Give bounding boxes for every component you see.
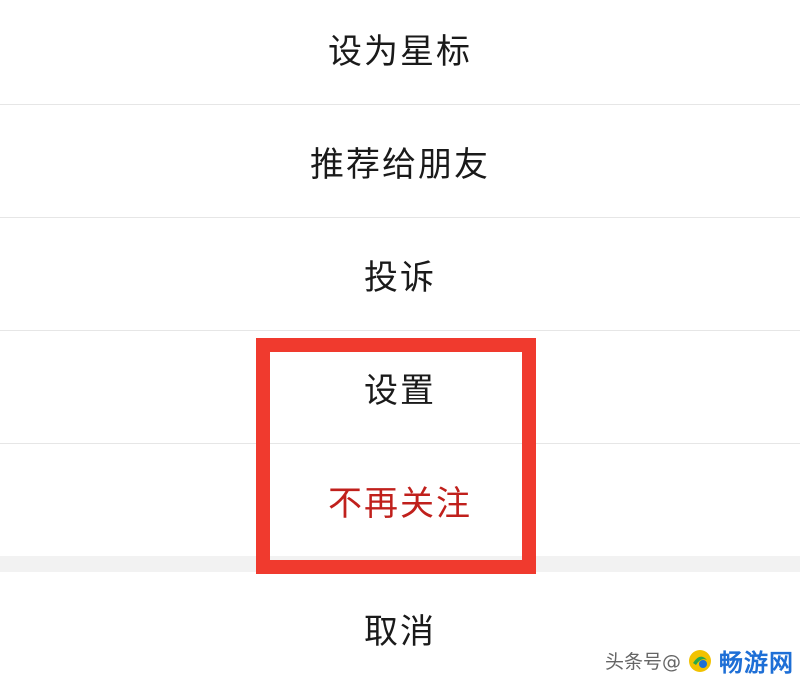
cancel-button[interactable]: 取消 — [0, 572, 800, 684]
action-sheet: 设为星标 推荐给朋友 投诉 设置 不再关注 取消 头条号@ 畅游网 — [0, 0, 800, 684]
set-star-option[interactable]: 设为星标 — [0, 0, 800, 104]
settings-option[interactable]: 设置 — [0, 331, 800, 443]
recommend-to-friend-option[interactable]: 推荐给朋友 — [0, 105, 800, 217]
unfollow-option[interactable]: 不再关注 — [0, 444, 800, 556]
section-gap — [0, 556, 800, 572]
complain-option[interactable]: 投诉 — [0, 218, 800, 330]
